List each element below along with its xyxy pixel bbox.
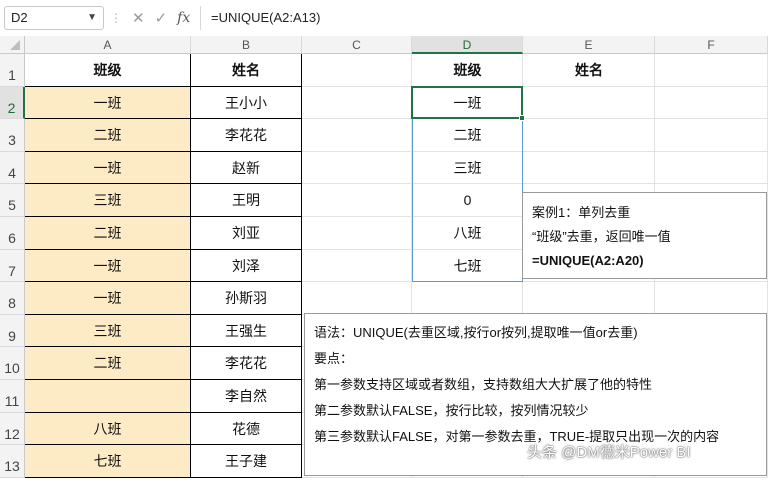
note-title: 案例1：单列去重 bbox=[532, 205, 631, 220]
formula-bar: D2 ▼ ⋮ ✕ ✓ fx =UNIQUE(A2:A13) bbox=[0, 0, 768, 37]
cell-class[interactable]: 二班 bbox=[25, 347, 191, 380]
cell-name[interactable]: 花德 bbox=[191, 412, 302, 446]
cell-class[interactable]: 三班 bbox=[25, 184, 191, 217]
note-desc: “班级”去重，返回唯一值 bbox=[532, 229, 671, 244]
cell-name[interactable]: 王强生 bbox=[191, 314, 302, 348]
syntax-line: 语法：UNIQUE(去重区域,按行or按列,提取唯一值or去重) bbox=[314, 325, 638, 340]
result-header-class[interactable]: 班级 bbox=[412, 54, 523, 87]
cell-class[interactable]: 八班 bbox=[25, 412, 191, 446]
column-header-d[interactable]: D bbox=[412, 36, 523, 54]
header-class[interactable]: 班级 bbox=[25, 54, 191, 87]
column-header-b[interactable]: B bbox=[191, 36, 302, 54]
row-header[interactable]: 7 bbox=[0, 249, 25, 283]
row-header[interactable]: 5 bbox=[0, 184, 25, 217]
name-box-value: D2 bbox=[11, 10, 28, 25]
row-header[interactable]: 12 bbox=[0, 412, 25, 446]
cell-name[interactable]: 赵新 bbox=[191, 151, 302, 185]
row-header[interactable]: 9 bbox=[0, 314, 25, 348]
result-header-name[interactable]: 姓名 bbox=[523, 54, 655, 87]
cell-name[interactable]: 刘亚 bbox=[191, 217, 302, 250]
more-icon: ⋮ bbox=[110, 11, 122, 25]
active-cell-outline[interactable] bbox=[411, 85, 523, 120]
select-all-corner[interactable] bbox=[0, 36, 25, 54]
cell-name[interactable]: 刘泽 bbox=[191, 249, 302, 283]
cell-name[interactable]: 王小小 bbox=[191, 86, 302, 120]
cell-class[interactable] bbox=[25, 380, 191, 413]
row-header[interactable]: 8 bbox=[0, 282, 25, 315]
cell-class[interactable]: 一班 bbox=[25, 86, 191, 120]
cell-class[interactable]: 七班 bbox=[25, 445, 191, 478]
column-header-c[interactable]: C bbox=[302, 36, 412, 54]
row-header[interactable]: 4 bbox=[0, 151, 25, 185]
cell-name[interactable]: 王明 bbox=[191, 184, 302, 217]
name-box[interactable]: D2 ▼ bbox=[4, 6, 104, 30]
key-points-label: 要点： bbox=[314, 351, 354, 366]
cell-class[interactable]: 二班 bbox=[25, 119, 191, 152]
cell-name[interactable]: 李花花 bbox=[191, 119, 302, 152]
row-header[interactable]: 1 bbox=[0, 54, 25, 87]
row-header[interactable]: 13 bbox=[0, 445, 25, 478]
cell-name[interactable]: 孙斯羽 bbox=[191, 282, 302, 315]
cancel-icon[interactable]: ✕ bbox=[132, 9, 145, 27]
point-2: 第二参数默认FALSE，按行比较，按列情况较少 bbox=[314, 403, 589, 418]
row-header[interactable]: 6 bbox=[0, 217, 25, 250]
fill-handle[interactable] bbox=[519, 115, 525, 122]
fx-icon[interactable]: fx bbox=[177, 10, 190, 26]
cell-name[interactable]: 李花花 bbox=[191, 347, 302, 380]
cell-class[interactable]: 一班 bbox=[25, 249, 191, 283]
row-header[interactable]: 2 bbox=[0, 86, 25, 120]
column-header-e[interactable]: E bbox=[523, 36, 655, 54]
note-formula: =UNIQUE(A2:A20) bbox=[532, 253, 644, 268]
column-header-a[interactable]: A bbox=[25, 36, 191, 54]
formula-input[interactable]: =UNIQUE(A2:A13) bbox=[200, 6, 764, 30]
row-header[interactable]: 10 bbox=[0, 347, 25, 380]
cell-name[interactable]: 王子建 bbox=[191, 445, 302, 478]
column-header-f[interactable]: F bbox=[655, 36, 768, 54]
chevron-down-icon[interactable]: ▼ bbox=[87, 7, 97, 29]
cell-name[interactable]: 李自然 bbox=[191, 380, 302, 413]
cell-class[interactable]: 二班 bbox=[25, 217, 191, 250]
example-note: 案例1：单列去重 “班级”去重，返回唯一值 =UNIQUE(A2:A20) bbox=[522, 192, 767, 279]
enter-icon[interactable]: ✓ bbox=[155, 9, 168, 27]
row-header[interactable]: 11 bbox=[0, 380, 25, 413]
cell-class[interactable]: 三班 bbox=[25, 314, 191, 348]
point-1: 第一参数支持区域或者数组，支持数组大大扩展了他的特性 bbox=[314, 377, 653, 392]
row-header[interactable]: 3 bbox=[0, 119, 25, 152]
cell-class[interactable]: 一班 bbox=[25, 151, 191, 185]
cell-class[interactable]: 一班 bbox=[25, 282, 191, 315]
header-name[interactable]: 姓名 bbox=[191, 54, 302, 87]
watermark: 头条 @DM德米Power BI bbox=[527, 444, 691, 461]
